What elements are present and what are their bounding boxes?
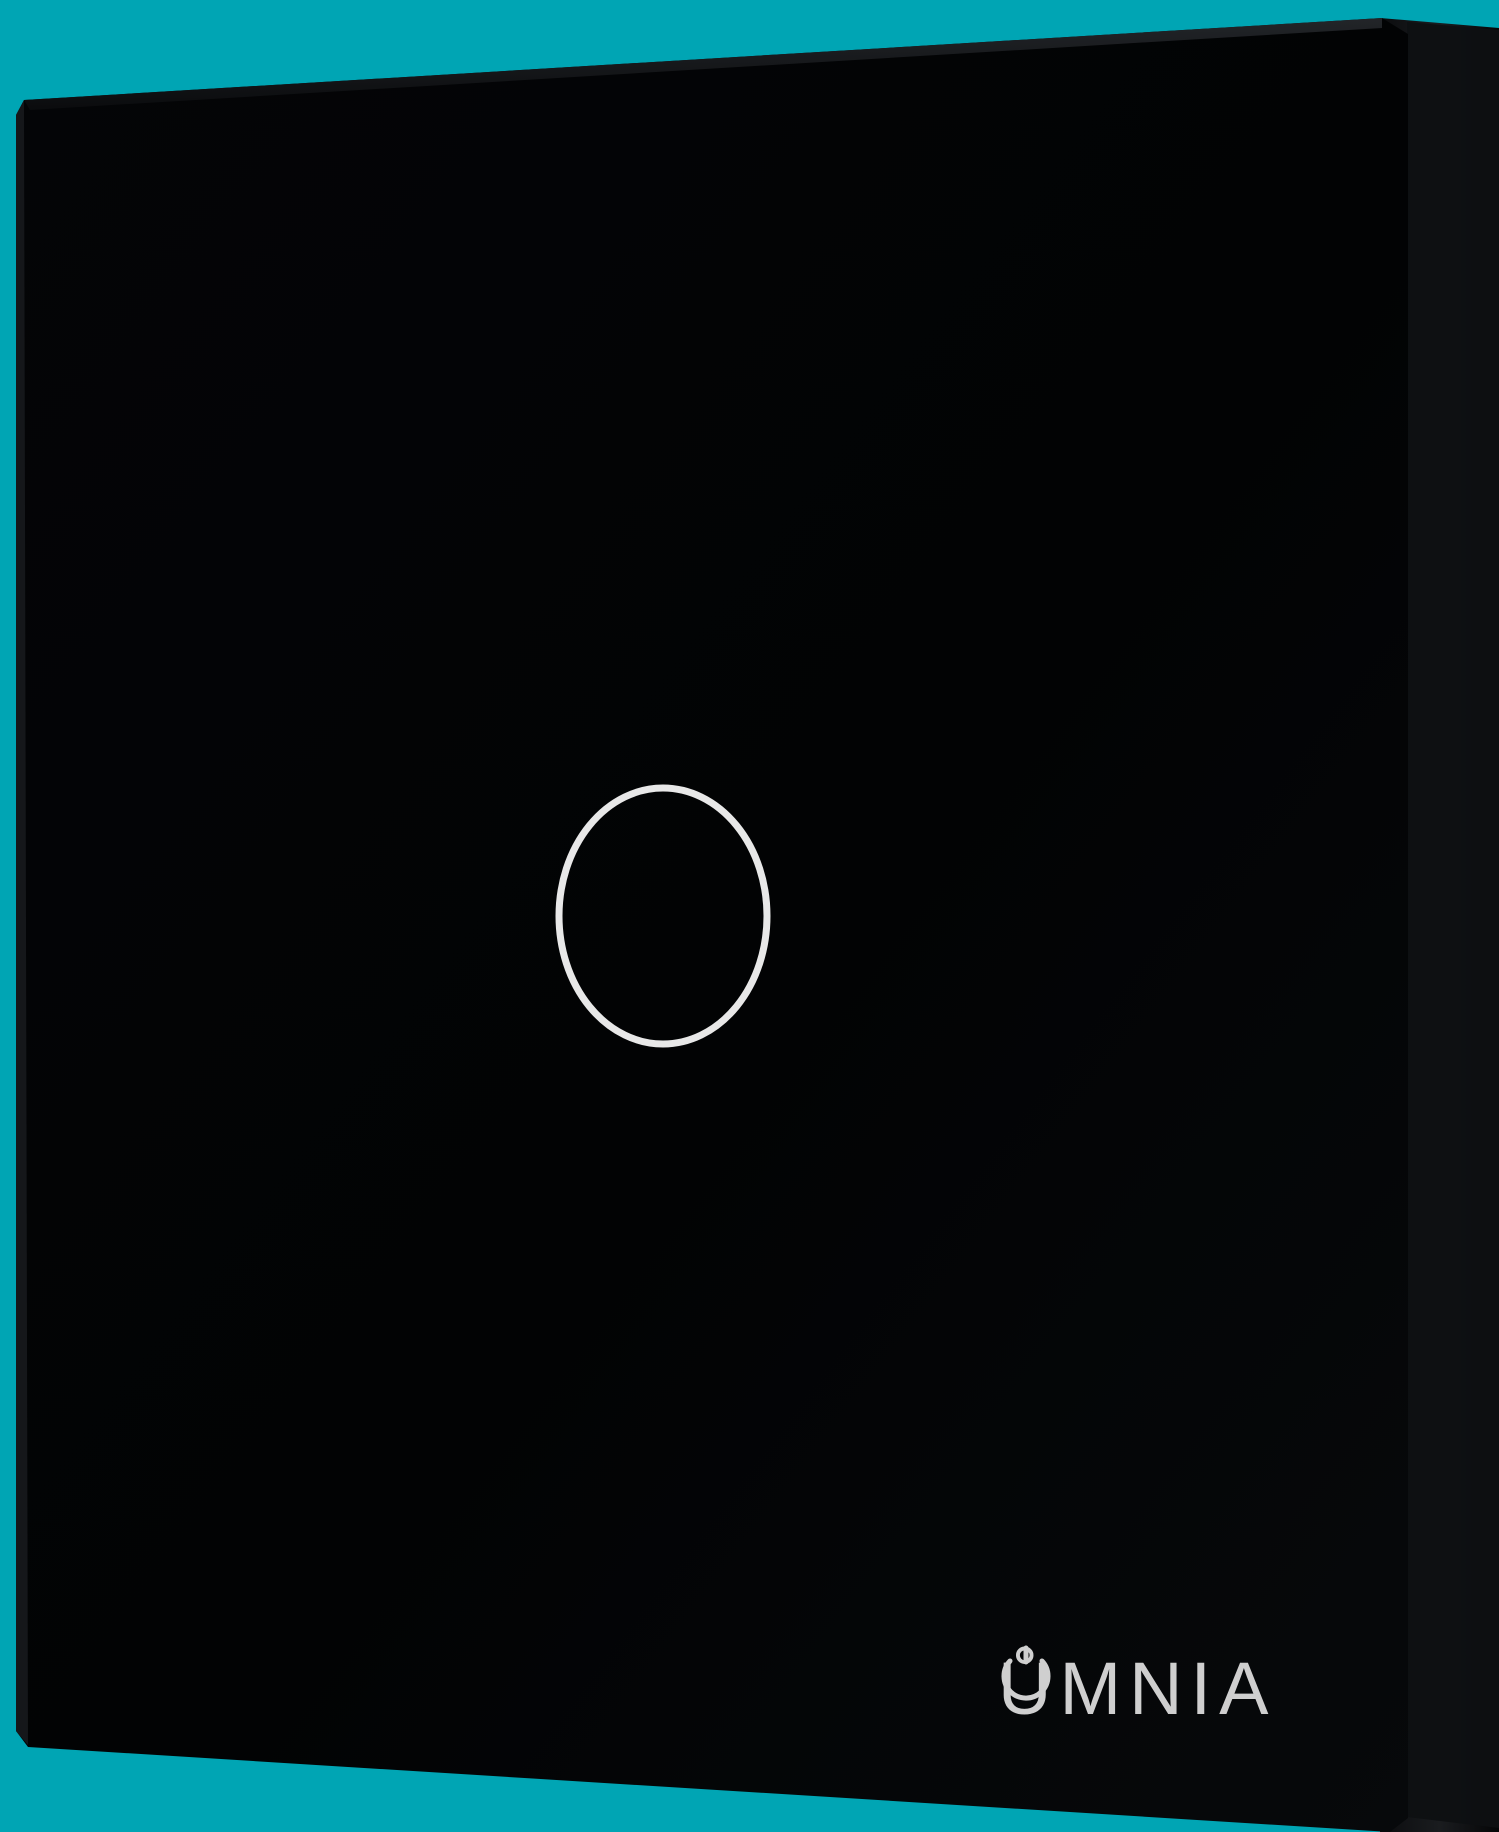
switch-back-rim	[1407, 22, 1499, 1828]
product-scene: ŮMNIA	[0, 0, 1499, 1832]
smart-switch-illustration: ŮMNIA	[0, 0, 1499, 1832]
brand-logo-text: ŮMNIA	[998, 1646, 1276, 1730]
switch-face	[16, 18, 1408, 1832]
